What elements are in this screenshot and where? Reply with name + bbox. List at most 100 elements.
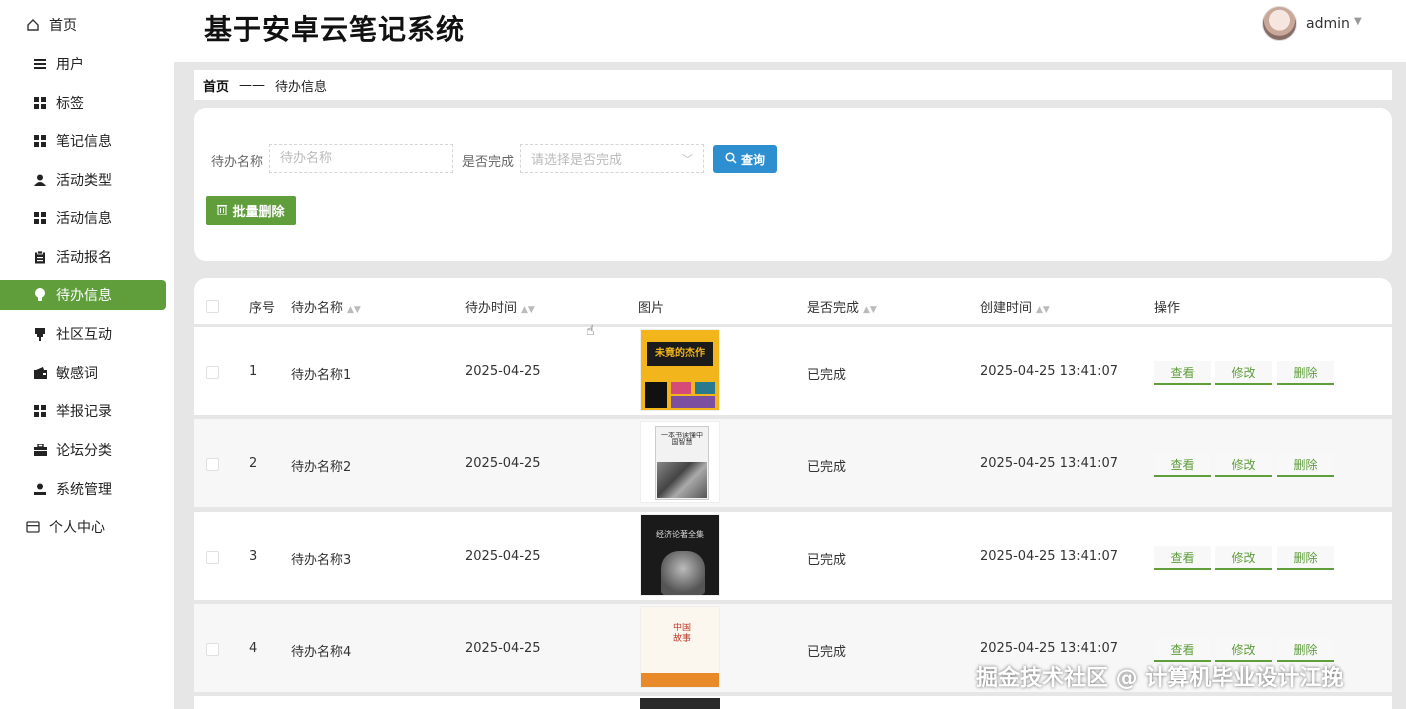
sidebar-item-label: 活动类型 [56,173,112,189]
sidebar-item-label: 社区互动 [56,327,112,343]
bulb-icon [33,288,47,302]
delete-button[interactable]: 删除 [1277,453,1334,477]
todo-table: 序号 待办名称 ▲▼ 待办时间 ▲▼ 图片 是否完成 ▲▼ 创建时间 ▲▼ 操作 1 待… [194,278,1392,709]
breadcrumb-separator: —— [239,77,266,93]
breadcrumb-home[interactable]: 首页 [203,76,229,95]
book-cover-image[interactable] [640,698,720,709]
batch-delete-button[interactable]: 批量删除 [206,196,296,225]
person-icon [33,173,47,187]
header-done[interactable]: 是否完成 ▲▼ [807,297,877,316]
sort-icon[interactable]: ▲▼ [1036,305,1050,315]
cell-index: 1 [249,364,258,379]
sidebar-item-system[interactable]: 系统管理 [0,474,166,504]
cell-name: 待办名称1 [291,368,352,383]
view-button[interactable]: 查看 [1154,453,1211,477]
table-header: 序号 待办名称 ▲▼ 待办时间 ▲▼ 图片 是否完成 ▲▼ 创建时间 ▲▼ 操作 [194,278,1392,324]
wallet-icon [33,366,47,380]
cell-time: 2025-04-25 [465,364,541,379]
grid-icon [33,134,47,148]
sidebar-item-label: 个人中心 [49,520,105,536]
edit-button[interactable]: 修改 [1215,361,1272,385]
done-select[interactable]: 请选择是否完成 ﹀ [520,144,704,173]
sort-icon[interactable]: ▲▼ [863,305,877,315]
table-row: 2 待办名称2 2025-04-25 一本书读懂中国智慧 已完成 2025-04… [194,419,1392,507]
home-icon [26,18,40,32]
search-panel: 待办名称 是否完成 请选择是否完成 ﹀ 查询 批量删除 [194,108,1392,261]
sidebar-item-notes[interactable]: 笔记信息 [0,126,166,156]
breadcrumb-current: 待办信息 [275,79,328,95]
select-all-checkbox[interactable] [206,300,219,313]
todo-name-input[interactable] [269,144,453,173]
user-icon [33,482,47,496]
sidebar-item-user[interactable]: 用户 [0,49,166,79]
view-button[interactable]: 查看 [1154,638,1211,662]
todo-name-label: 待办名称 [211,155,264,170]
delete-button[interactable]: 删除 [1277,546,1334,570]
header-created-label: 创建时间 [980,301,1033,316]
view-button[interactable]: 查看 [1154,546,1211,570]
sort-icon[interactable]: ▲▼ [347,305,361,315]
sidebar-item-label: 敏感词 [56,366,98,382]
cell-time: 2025-04-25 [465,456,541,471]
book-title: 一本书读懂中国智慧 [661,432,703,446]
delete-button[interactable]: 删除 [1277,361,1334,385]
edit-button[interactable]: 修改 [1215,638,1272,662]
view-button[interactable]: 查看 [1154,361,1211,385]
sidebar-item-community[interactable]: 社区互动 [0,319,166,349]
cell-name: 待办名称3 [291,553,352,568]
sidebar-item-sensitive-words[interactable]: 敏感词 [0,358,166,388]
sidebar-item-label: 活动报名 [56,250,112,266]
sidebar: 首页 用户 标签 笔记信息 活动类型 活动信息 活动报名 待办信息 社区互动 敏… [0,0,174,709]
sidebar-item-todo[interactable]: 待办信息 [0,280,166,310]
card-icon [26,520,40,534]
cell-created: 2025-04-25 13:41:07 [980,456,1119,471]
sort-icon[interactable]: ▲▼ [521,305,535,315]
user-name[interactable]: admin [1306,16,1350,32]
trash-icon [217,204,228,218]
sidebar-item-forum-category[interactable]: 论坛分类 [0,435,166,465]
sidebar-item-label: 用户 [56,57,84,73]
table-row: 1 待办名称1 2025-04-25 未竟的杰作 已完成 2025-04-25 … [194,327,1392,415]
sidebar-item-profile[interactable]: 个人中心 [0,512,166,542]
sidebar-item-activity-signup[interactable]: 活动报名 [0,242,166,272]
header-name-label: 待办名称 [291,301,344,316]
sidebar-item-label: 举报记录 [56,404,112,420]
list-icon [33,57,47,71]
header-time[interactable]: 待办时间 ▲▼ [465,297,535,316]
sidebar-item-home[interactable]: 首页 [0,10,166,40]
sidebar-item-tag[interactable]: 标签 [0,88,166,118]
cell-time: 2025-04-25 [465,641,541,656]
sidebar-item-label: 首页 [49,18,77,34]
avatar[interactable] [1262,6,1297,41]
query-button-label: 查询 [740,152,765,167]
row-checkbox[interactable] [206,366,219,379]
book-cover-image[interactable]: 未竟的杰作 [640,329,720,411]
cell-done: 已完成 [807,553,847,568]
row-checkbox[interactable] [206,551,219,564]
table-row: 3 待办名称3 2025-04-25 经济论著全集 已完成 2025-04-25… [194,512,1392,600]
chevron-down-icon: ﹀ [682,153,693,166]
edit-button[interactable]: 修改 [1215,546,1272,570]
clipboard-icon [33,250,47,264]
cell-done: 已完成 [807,368,847,383]
edit-button[interactable]: 修改 [1215,453,1272,477]
cell-done: 已完成 [807,645,847,660]
row-checkbox[interactable] [206,643,219,656]
sidebar-item-activity-info[interactable]: 活动信息 [0,203,166,233]
row-checkbox[interactable] [206,458,219,471]
query-button[interactable]: 查询 [713,145,777,173]
header-name[interactable]: 待办名称 ▲▼ [291,297,361,316]
book-cover-image[interactable]: 中国故事 [640,606,720,688]
done-select-placeholder: 请选择是否完成 [531,153,623,168]
delete-button[interactable]: 删除 [1277,638,1334,662]
search-icon [725,151,737,167]
header-time-label: 待办时间 [465,301,518,316]
book-cover-image[interactable]: 一本书读懂中国智慧 [640,421,720,503]
book-cover-image[interactable]: 经济论著全集 [640,514,720,596]
sidebar-item-reports[interactable]: 举报记录 [0,396,166,426]
caret-down-icon[interactable]: ▼ [1354,16,1362,27]
header-created[interactable]: 创建时间 ▲▼ [980,297,1050,316]
header-ops: 操作 [1154,301,1181,316]
app-title: 基于安卓云笔记系统 [204,13,466,46]
sidebar-item-activity-type[interactable]: 活动类型 [0,165,166,195]
